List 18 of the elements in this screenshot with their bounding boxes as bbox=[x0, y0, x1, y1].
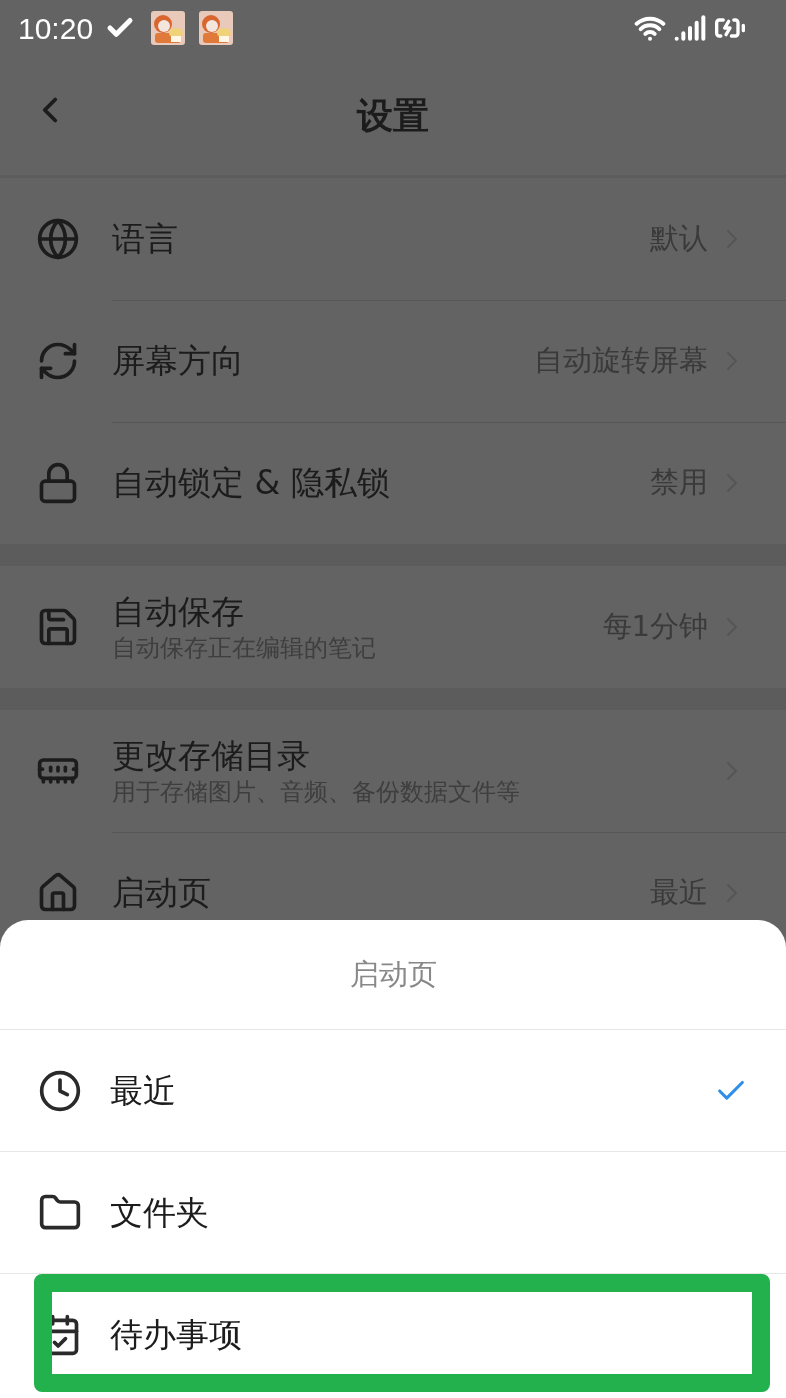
option-item[interactable]: 文件夹 bbox=[0, 1152, 786, 1274]
option-label: 最近 bbox=[110, 1069, 177, 1112]
option-item[interactable]: 最近 bbox=[0, 1030, 786, 1152]
clock-icon bbox=[38, 1068, 82, 1113]
setting-title: 语言 bbox=[112, 218, 179, 260]
setting-title: 启动页 bbox=[112, 872, 212, 914]
option-label: 待办事项 bbox=[110, 1314, 243, 1357]
setting-title: 屏幕方向 bbox=[112, 340, 245, 382]
setting-title: 自动保存 bbox=[112, 591, 245, 633]
sheet-title: 启动页 bbox=[349, 955, 437, 993]
option-item[interactable]: 待办事项 bbox=[0, 1274, 786, 1396]
globe-icon bbox=[36, 217, 80, 261]
setting-title: 更改存储目录 bbox=[112, 735, 311, 777]
status-time: 10:20 bbox=[18, 10, 94, 47]
option-label: 文件夹 bbox=[110, 1191, 210, 1234]
signal-icon bbox=[674, 12, 706, 44]
page-title: 设置 bbox=[357, 93, 429, 138]
setting-title: 自动锁定 & 隐私锁 bbox=[112, 462, 391, 504]
